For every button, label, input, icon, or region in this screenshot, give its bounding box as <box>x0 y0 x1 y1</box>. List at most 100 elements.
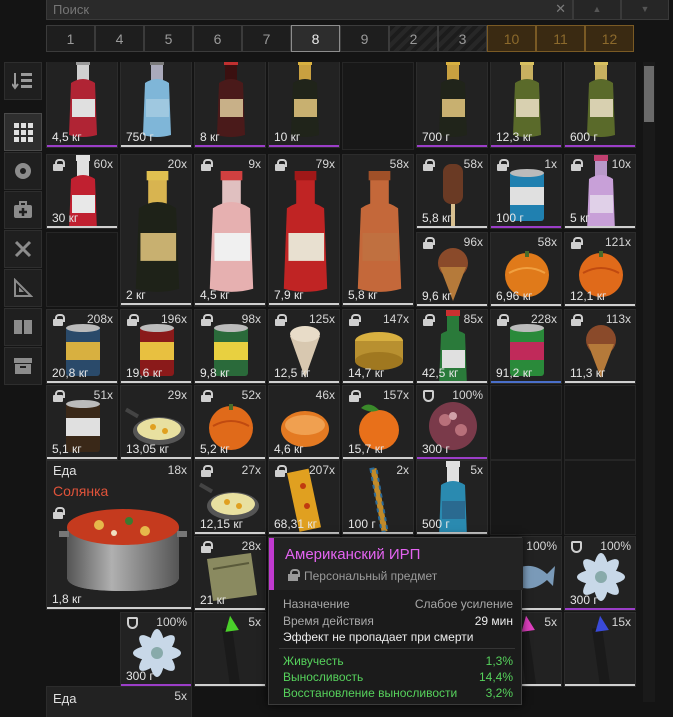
inventory-item-flower-white[interactable]: 100% 300 г <box>564 536 636 611</box>
inventory-item-flower-red[interactable]: 100% 300 г <box>416 385 488 460</box>
rarity-bar <box>417 532 487 534</box>
item-weight: 20,8 кг <box>52 366 89 380</box>
inventory-item-bottle-wine[interactable]: 8 кг <box>194 62 266 148</box>
inventory-item-cone[interactable]: 125x 12,5 кг <box>268 309 340 384</box>
item-quantity: 10x <box>611 157 631 171</box>
inventory-item-bottle-green[interactable]: 12,3 кг <box>490 62 562 148</box>
inventory-item-can-beans[interactable]: 208x 20,8 кг <box>46 309 118 384</box>
inventory-item-bottle-clay[interactable]: 58x 5,8 кг <box>342 154 414 306</box>
empty-slot[interactable] <box>490 385 562 460</box>
page-tab-5[interactable]: 5 <box>144 25 193 52</box>
tools-icon[interactable] <box>4 230 42 268</box>
medkit-icon[interactable] <box>4 191 42 229</box>
item-quantity: 2x <box>396 463 409 477</box>
inventory-item-tangerine-leaf[interactable]: 157x 15,7 кг <box>342 385 414 460</box>
lock-icon <box>497 314 509 326</box>
inventory-item-bottle-water[interactable]: 85x 42,5 кг <box>416 309 488 384</box>
page-tab-3[interactable]: 3 <box>438 25 487 52</box>
inventory-item-bottle-red[interactable]: 4,5 кг <box>46 62 118 148</box>
inventory-item-bottle-gold-tall[interactable]: 20x 2 кг <box>120 154 192 306</box>
sort-down-button[interactable]: ▼ <box>621 0 669 20</box>
page-tab-2[interactable]: 2 <box>389 25 438 52</box>
inventory-item-bottle-green[interactable]: 600 г <box>564 62 636 148</box>
rarity-bar <box>195 303 265 305</box>
inventory-item-bottle-gold[interactable]: 700 г <box>416 62 488 148</box>
item-solyanka[interactable]: Еда 18x Солянка 1,8 кг <box>46 460 192 610</box>
inventory-item-orange-big[interactable]: 58x 6,96 кг <box>490 232 562 307</box>
item-weight: 300 г <box>422 442 450 456</box>
empty-slot[interactable] <box>564 460 636 535</box>
inventory-item-fries[interactable]: 207x 68,31 кг <box>268 460 340 535</box>
page-tab-6[interactable]: 6 <box>193 25 242 52</box>
inventory-item-can-stark[interactable]: 51x 5,1 кг <box>46 385 118 460</box>
inventory-item-mre[interactable]: 28x 21 кг <box>194 536 266 611</box>
sort-icon[interactable] <box>4 62 42 100</box>
empty-slot[interactable] <box>342 62 414 150</box>
item-weight: 2 кг <box>126 288 146 302</box>
page-tab-9[interactable]: 9 <box>340 25 389 52</box>
inventory-item-bottle-vodka[interactable]: 79x 7,9 кг <box>268 154 340 306</box>
lock-icon <box>571 237 583 249</box>
item-weight: 700 г <box>422 130 450 144</box>
inventory-item-icecream[interactable]: 96x 9,6 кг <box>416 232 488 307</box>
storage-icon[interactable] <box>4 347 42 385</box>
empty-slot[interactable] <box>564 385 636 460</box>
item-food-bottom[interactable]: Еда 5x <box>46 686 192 717</box>
grid-icon[interactable] <box>4 113 42 151</box>
inventory-item-bottle-cleaner[interactable]: 5x 500 г <box>416 460 488 535</box>
inventory-item-pan-eggs[interactable]: 27x 12,15 кг <box>194 460 266 535</box>
page-tab-11[interactable]: 11 <box>536 25 585 52</box>
rarity-bar <box>417 304 487 306</box>
item-weight: 19,6 кг <box>126 366 163 380</box>
item-quantity: 147x <box>382 312 409 326</box>
rarity-bar <box>417 145 487 147</box>
item-weight: 30 кг <box>52 211 79 225</box>
inventory-item-tin[interactable]: 147x 14,7 кг <box>342 309 414 384</box>
page-tab-1[interactable]: 1 <box>46 25 95 52</box>
inventory-item-popsicle[interactable]: 58x 5,8 кг <box>416 154 488 229</box>
page-tab-7[interactable]: 7 <box>242 25 291 52</box>
inventory-item-tangerine-half[interactable]: 46x 4,6 кг <box>268 385 340 460</box>
clear-search-icon[interactable]: ✕ <box>555 0 566 18</box>
rarity-bar <box>565 145 635 147</box>
rarity-bar <box>343 532 413 534</box>
inventory-item-can-red[interactable]: 196x 19,6 кг <box>120 309 192 384</box>
inventory-item-bottle-gold[interactable]: 10 кг <box>268 62 340 148</box>
inventory-item-bottle-blue[interactable]: 750 г <box>120 62 192 148</box>
inventory-item-tangerine[interactable]: 52x 5,2 кг <box>194 385 266 460</box>
page-tab-4[interactable]: 4 <box>95 25 144 52</box>
page-tab-8[interactable]: 8 <box>291 25 340 52</box>
empty-slot[interactable] <box>46 232 118 307</box>
inventory-item-bottle-pink[interactable]: 9x 4,5 кг <box>194 154 266 306</box>
rarity-bar <box>565 608 635 610</box>
ball-icon[interactable] <box>4 152 42 190</box>
inventory-item-firework-green[interactable]: 5x <box>194 612 266 687</box>
inventory-item-bottle-lilac[interactable]: 10x 5 кг <box>564 154 636 229</box>
shield-icon <box>127 617 138 629</box>
item-quantity: 100% <box>526 539 557 553</box>
scrollbar-thumb[interactable] <box>644 66 654 122</box>
page-tab-10[interactable]: 10 <box>487 25 536 52</box>
page-tab-12[interactable]: 12 <box>585 25 634 52</box>
inventory-item-flower-white[interactable]: 100% 300 г <box>120 612 192 687</box>
lock-icon <box>423 237 435 249</box>
blueprint-icon[interactable] <box>4 269 42 307</box>
rarity-bar <box>121 684 191 686</box>
inventory-item-can-mix[interactable]: 228x 91,2 кг <box>490 309 562 384</box>
inventory-item-pan-eggs[interactable]: 29x 13,05 кг <box>120 385 192 460</box>
search-input[interactable] <box>53 0 533 18</box>
inventory-item-sauce[interactable]: 60x 30 кг <box>46 154 118 229</box>
inventory-item-firework-blue[interactable]: 15x <box>564 612 636 687</box>
sort-up-button[interactable]: ▲ <box>573 0 621 20</box>
item-quantity: 207x <box>308 463 335 477</box>
scrollbar[interactable] <box>643 62 655 702</box>
inventory-item-can-blue[interactable]: 1x 100 г <box>490 154 562 229</box>
lock-icon <box>497 159 509 171</box>
inventory-item-icecream[interactable]: 113x 11,3 кг <box>564 309 636 384</box>
inventory-item-stick[interactable]: 2x 100 г <box>342 460 414 535</box>
lock-icon <box>127 314 139 326</box>
inventory-item-tangerine[interactable]: 121x 12,1 кг <box>564 232 636 307</box>
inventory-item-can-green[interactable]: 98x 9,8 кг <box>194 309 266 384</box>
empty-slot[interactable] <box>490 460 562 535</box>
book-icon[interactable] <box>4 308 42 346</box>
